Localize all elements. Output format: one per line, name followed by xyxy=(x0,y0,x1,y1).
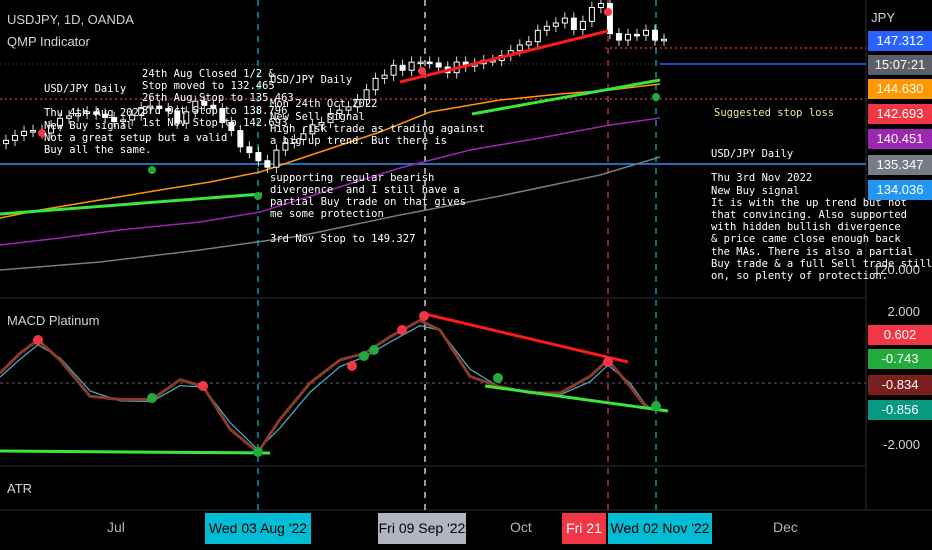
candle-up xyxy=(21,130,28,136)
price-tag-135: 135.347 xyxy=(868,155,932,175)
macd-signal-dot-4 xyxy=(347,361,357,371)
price-tag-countdown: 15:07:21 xyxy=(868,55,932,75)
candle-up xyxy=(417,61,424,65)
macd-bull-divergence-aug xyxy=(0,449,271,455)
macd-signal-dot-9 xyxy=(493,373,503,383)
macd-signal-dot-10 xyxy=(603,357,613,367)
macd-signal-dot-3 xyxy=(253,447,263,457)
price-tag-147: 147.312 xyxy=(868,31,932,51)
candle-up xyxy=(543,25,550,31)
macd-signal-dot-6 xyxy=(369,345,379,355)
candle-up xyxy=(561,17,568,24)
annotation-oct-sell: USD/JPY Daily Mon 24th Oct 2022 New Sell… xyxy=(270,74,485,245)
candle-up xyxy=(525,41,532,46)
candle-down xyxy=(633,33,640,37)
price-tag-142: 142.693 xyxy=(868,104,932,124)
macd-tag-0: 0.602 xyxy=(868,325,932,345)
candle-up xyxy=(552,22,559,27)
indicator-title: QMP Indicator xyxy=(7,34,90,49)
macd-label-top: 2.000 xyxy=(887,304,920,319)
macd-signal-dot-5 xyxy=(359,351,369,361)
candle-up xyxy=(661,38,667,42)
price-bull-divergence-nov xyxy=(471,78,661,116)
time-box-sep09: Fri 09 Sep '22 xyxy=(378,513,466,544)
price-tag-134: 134.036 xyxy=(868,180,932,200)
macd-signal-dot-0 xyxy=(33,335,43,345)
macd-signal-dot-7 xyxy=(397,325,407,335)
sell-dot-oct xyxy=(604,8,612,16)
candle-down xyxy=(237,130,244,148)
candle-down xyxy=(570,17,577,31)
price-label-120: 120.000 xyxy=(873,262,920,277)
time-label-oct: Oct xyxy=(510,519,532,535)
macd-signal-dot-11 xyxy=(651,401,661,411)
candle-up xyxy=(588,6,595,22)
candle-down xyxy=(615,33,622,41)
candle-up xyxy=(534,29,541,43)
candle-up xyxy=(516,44,523,52)
time-box-nov02: Wed 02 Nov '22 xyxy=(608,513,712,544)
macd-signal-dot-2 xyxy=(198,381,208,391)
candle-down xyxy=(435,62,442,68)
candle-down xyxy=(399,64,406,71)
candle-down xyxy=(426,61,433,65)
time-box-oct21: Fri 21 xyxy=(562,513,606,544)
buy-dot-aug xyxy=(148,166,156,174)
currency-label: JPY xyxy=(871,10,895,25)
candle-down xyxy=(246,146,253,154)
buy-dot-nov xyxy=(652,93,660,101)
chart-stage: USDJPY, 1D, OANDA QMP Indicator MACD Pla… xyxy=(0,0,932,550)
symbol-title: USDJPY, 1D, OANDA xyxy=(7,12,134,27)
annotation-stop-loss: Suggested stop loss xyxy=(714,107,835,119)
macd-line xyxy=(0,318,657,455)
candle-up xyxy=(408,61,415,71)
macd-signal-dot-8 xyxy=(419,311,429,321)
time-label-jul: Jul xyxy=(107,519,125,535)
candle-up xyxy=(579,20,586,31)
candle-up xyxy=(624,33,631,41)
atr-pane-title: ATR xyxy=(7,481,33,496)
macd-tag-1: -0.743 xyxy=(868,349,932,369)
candle-up xyxy=(12,134,19,141)
time-label-dec: Dec xyxy=(773,519,798,535)
price-tag-144: 144.630 xyxy=(868,79,932,99)
macd-tag-2: -0.834 xyxy=(868,375,932,395)
time-box-aug03: Wed 03 Aug '22 xyxy=(205,513,311,544)
candle-down xyxy=(255,152,262,162)
candle-down xyxy=(651,29,658,41)
price-bull-divergence-aug xyxy=(0,192,263,216)
macd-signal-dot-1 xyxy=(147,393,157,403)
price-tag-140: 140.451 xyxy=(868,129,932,149)
candle-up xyxy=(597,2,604,8)
candle-down xyxy=(606,2,613,35)
candle-up xyxy=(642,29,649,36)
buy-dot-aug03 xyxy=(254,192,262,200)
macd-tag-3: -0.856 xyxy=(868,400,932,420)
macd-label-bottom: -2.000 xyxy=(883,437,920,452)
candle-up xyxy=(3,139,9,145)
candle-up xyxy=(30,130,37,133)
macd-pane-title: MACD Platinum xyxy=(7,313,100,328)
